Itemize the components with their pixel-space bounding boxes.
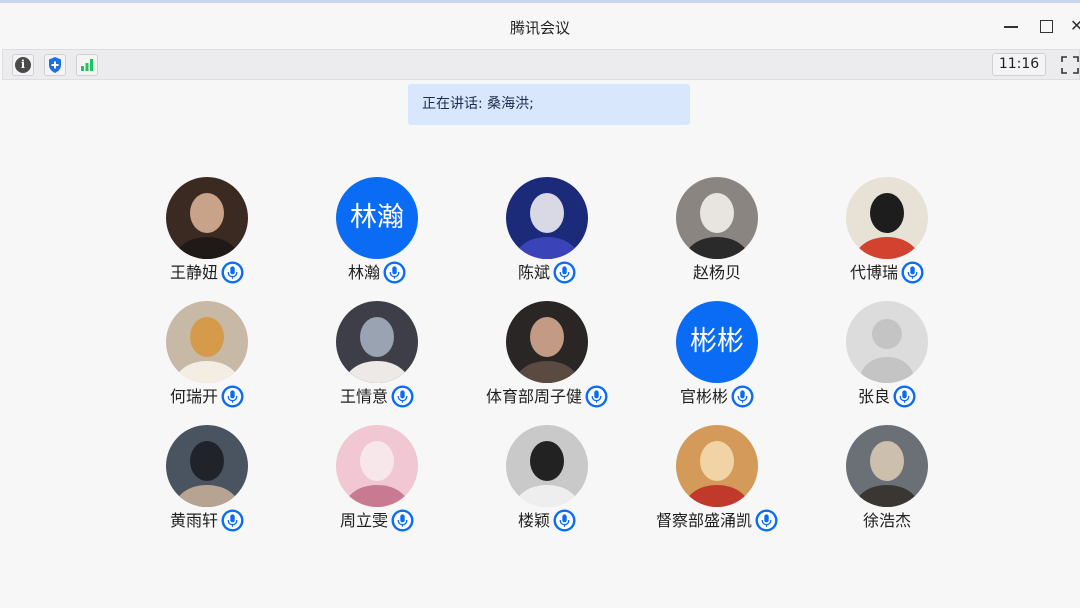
microphone-icon[interactable]	[383, 261, 406, 284]
participant-name: 官彬彬	[679, 387, 728, 406]
participant-name: 王静妞	[169, 263, 218, 282]
microphone-icon[interactable]	[755, 509, 778, 532]
participant-name: 周立雯	[339, 511, 388, 530]
participant-tile[interactable]: 督察部盛涌凯	[632, 425, 802, 535]
participant-tile[interactable]: 楼颖	[462, 425, 632, 535]
participant-name-row: 黄雨轩	[122, 509, 292, 533]
participant-name-row: 代博瑞	[802, 261, 972, 285]
participant-name-row: 陈斌	[462, 261, 632, 285]
avatar[interactable]	[506, 425, 588, 507]
participant-name: 徐浩杰	[862, 511, 911, 530]
participant-name: 督察部盛涌凯	[655, 511, 752, 530]
microphone-icon[interactable]	[901, 261, 924, 284]
participant-name: 林瀚	[347, 263, 380, 282]
close-button[interactable]: ✕	[1070, 18, 1080, 34]
participant-name-row: 周立雯	[292, 509, 462, 533]
avatar-initials: 林瀚	[336, 177, 418, 259]
microphone-icon[interactable]	[893, 385, 916, 408]
window-title: 腾讯会议	[509, 19, 570, 37]
maximize-button[interactable]	[1038, 18, 1054, 34]
avatar[interactable]	[676, 177, 758, 259]
avatar-initials: 彬彬	[676, 301, 758, 383]
microphone-icon[interactable]	[553, 261, 576, 284]
microphone-icon[interactable]	[391, 509, 414, 532]
avatar[interactable]	[846, 425, 928, 507]
avatar[interactable]	[506, 177, 588, 259]
participant-tile[interactable]: 林瀚 林瀚	[292, 177, 462, 287]
microphone-icon[interactable]	[585, 385, 608, 408]
participant-name-row: 徐浩杰	[802, 509, 972, 533]
microphone-icon[interactable]	[221, 509, 244, 532]
participant-tile[interactable]: 黄雨轩	[122, 425, 292, 535]
participant-name: 代博瑞	[849, 263, 898, 282]
participant-tile[interactable]: 张良	[802, 301, 972, 411]
avatar[interactable]	[676, 425, 758, 507]
meeting-toolbar: i 11:16	[2, 49, 1080, 80]
shield-icon[interactable]	[44, 54, 66, 76]
participant-tile[interactable]: 周立雯	[292, 425, 462, 535]
participant-name: 体育部周子健	[485, 387, 582, 406]
participant-tile[interactable]: 王静妞	[122, 177, 292, 287]
participant-name-row: 体育部周子健	[462, 385, 632, 409]
participant-name: 楼颖	[517, 511, 550, 530]
participant-tile[interactable]: 徐浩杰	[802, 425, 972, 535]
avatar[interactable]	[336, 301, 418, 383]
avatar[interactable]	[336, 425, 418, 507]
avatar[interactable]	[846, 301, 928, 383]
microphone-icon[interactable]	[553, 509, 576, 532]
avatar[interactable]	[506, 301, 588, 383]
microphone-icon[interactable]	[221, 261, 244, 284]
participant-tile[interactable]: 赵杨贝	[632, 177, 802, 287]
participant-name: 王情意	[339, 387, 388, 406]
speaking-banner: 正在讲话: 桑海洪;	[408, 84, 690, 125]
participant-name-row: 官彬彬	[632, 385, 802, 409]
fullscreen-icon[interactable]	[1061, 56, 1079, 74]
participant-tile[interactable]: 彬彬 官彬彬	[632, 301, 802, 411]
participant-name-row: 楼颖	[462, 509, 632, 533]
participant-tile[interactable]: 体育部周子健	[462, 301, 632, 411]
participant-name: 黄雨轩	[169, 511, 218, 530]
participant-name: 陈斌	[517, 263, 550, 282]
avatar[interactable]	[166, 177, 248, 259]
title-bar: 腾讯会议 ✕	[0, 3, 1080, 49]
participant-name-row: 王静妞	[122, 261, 292, 285]
participant-name-row: 督察部盛涌凯	[632, 509, 802, 533]
avatar[interactable]: 林瀚	[336, 177, 418, 259]
participant-tile[interactable]: 王情意	[292, 301, 462, 411]
participant-name-row: 张良	[802, 385, 972, 409]
avatar[interactable]	[846, 177, 928, 259]
participant-name-row: 王情意	[292, 385, 462, 409]
microphone-icon[interactable]	[221, 385, 244, 408]
participant-name-row: 何瑞开	[122, 385, 292, 409]
avatar[interactable]	[166, 425, 248, 507]
meeting-clock: 11:16	[992, 53, 1046, 76]
avatar[interactable]	[166, 301, 248, 383]
info-icon[interactable]: i	[12, 54, 34, 76]
participant-name: 张良	[857, 387, 890, 406]
avatar[interactable]: 彬彬	[676, 301, 758, 383]
participant-name-row: 赵杨贝	[632, 261, 802, 285]
participant-name: 何瑞开	[169, 387, 218, 406]
minimize-button[interactable]	[1003, 18, 1019, 34]
participant-tile[interactable]: 代博瑞	[802, 177, 972, 287]
signal-bars-icon[interactable]	[76, 54, 98, 76]
participant-tile[interactable]: 何瑞开	[122, 301, 292, 411]
participant-name-row: 林瀚	[292, 261, 462, 285]
microphone-icon[interactable]	[731, 385, 754, 408]
microphone-icon[interactable]	[391, 385, 414, 408]
participant-tile[interactable]: 陈斌	[462, 177, 632, 287]
participant-name: 赵杨贝	[692, 263, 741, 282]
